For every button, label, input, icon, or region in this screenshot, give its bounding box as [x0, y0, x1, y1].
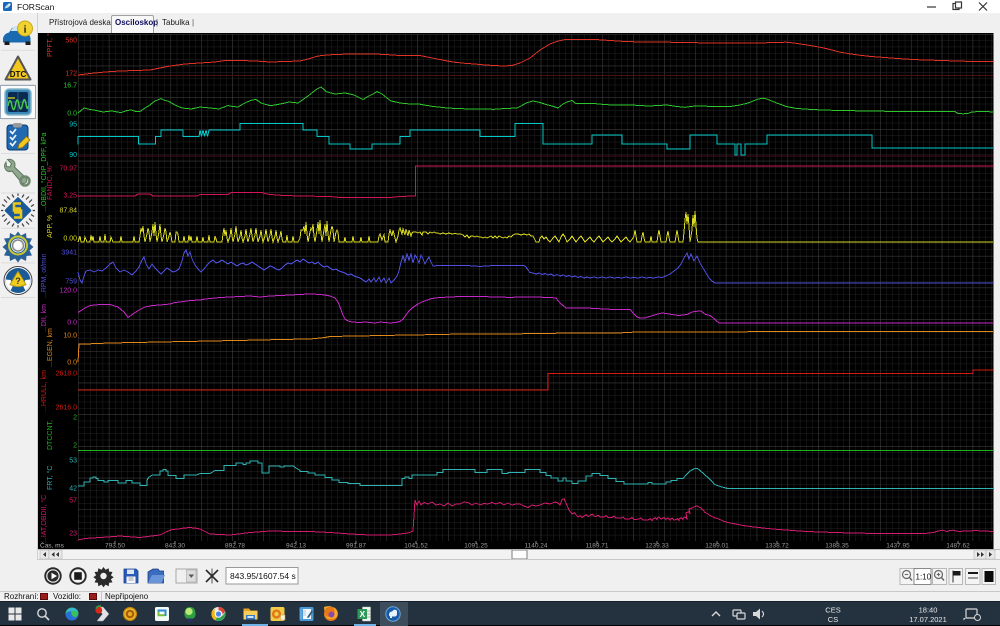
svg-text:?: ?	[15, 276, 21, 286]
svg-text:57: 57	[69, 498, 77, 505]
svg-text:2618.0: 2618.0	[56, 371, 78, 378]
svg-text:FANDC, %: FANDC, %	[47, 166, 54, 200]
svg-text:...RPM, ot/min: ...RPM, ot/min	[41, 254, 48, 298]
svg-text:10.0: 10.0	[63, 333, 77, 340]
svg-text:53: 53	[69, 458, 77, 465]
svg-text:DTCCNT,: DTCCNT,	[47, 420, 54, 450]
svg-text:0.0: 0.0	[67, 360, 77, 367]
svg-text:172: 172	[65, 71, 77, 78]
svg-text:42: 42	[69, 486, 77, 493]
svg-text:560: 560	[65, 38, 77, 45]
svg-text:95: 95	[69, 122, 77, 129]
svg-text:0.0: 0.0	[67, 111, 77, 118]
svg-text:2616.0: 2616.0	[56, 405, 78, 412]
svg-text:FORScan: FORScan	[17, 2, 55, 12]
svg-text:X: X	[359, 609, 365, 619]
svg-text:16.7: 16.7	[63, 83, 77, 90]
svg-text:FRT, °C: FRT, °C	[46, 466, 54, 490]
svg-text:843.95/1607.54 s: 843.95/1607.54 s	[230, 571, 296, 581]
svg-text:23: 23	[69, 531, 77, 538]
svg-text:120.0: 120.0	[59, 288, 77, 295]
svg-text:PPFT, °C: PPFT, °C	[46, 33, 54, 57]
svg-text:Čas, ms: Čas, ms	[40, 541, 65, 550]
svg-text:...EGEN, km: ...EGEN, km	[47, 328, 54, 367]
svg-text:...HRULL, km: ...HRULL, km	[41, 370, 48, 412]
svg-text:90: 90	[69, 152, 77, 159]
svg-text:3941: 3941	[61, 250, 77, 257]
svg-text:3.25: 3.25	[63, 193, 77, 200]
svg-text:87.84: 87.84	[59, 208, 77, 215]
svg-text:70.97: 70.97	[59, 166, 77, 173]
svg-text:CES: CES	[825, 606, 840, 615]
svg-text:18:40: 18:40	[919, 606, 938, 615]
svg-text:0.00: 0.00	[63, 236, 77, 243]
svg-text:2: 2	[73, 443, 77, 450]
svg-text:CS: CS	[828, 615, 838, 624]
svg-text:i: i	[24, 24, 27, 35]
svg-text:APP, %: APP, %	[47, 215, 54, 238]
svg-text:0.0: 0.0	[67, 320, 77, 327]
svg-text:...IAT,OBDII, °C: ...IAT,OBDII, °C	[40, 495, 48, 543]
svg-text:759: 759	[65, 279, 77, 286]
svg-text:DTC: DTC	[10, 70, 27, 79]
svg-text:1:10: 1:10	[916, 573, 932, 582]
svg-text:2: 2	[73, 415, 77, 422]
svg-text:17.07.2021: 17.07.2021	[909, 615, 947, 624]
svg-text:...DII, km: ...DII, km	[41, 304, 48, 332]
